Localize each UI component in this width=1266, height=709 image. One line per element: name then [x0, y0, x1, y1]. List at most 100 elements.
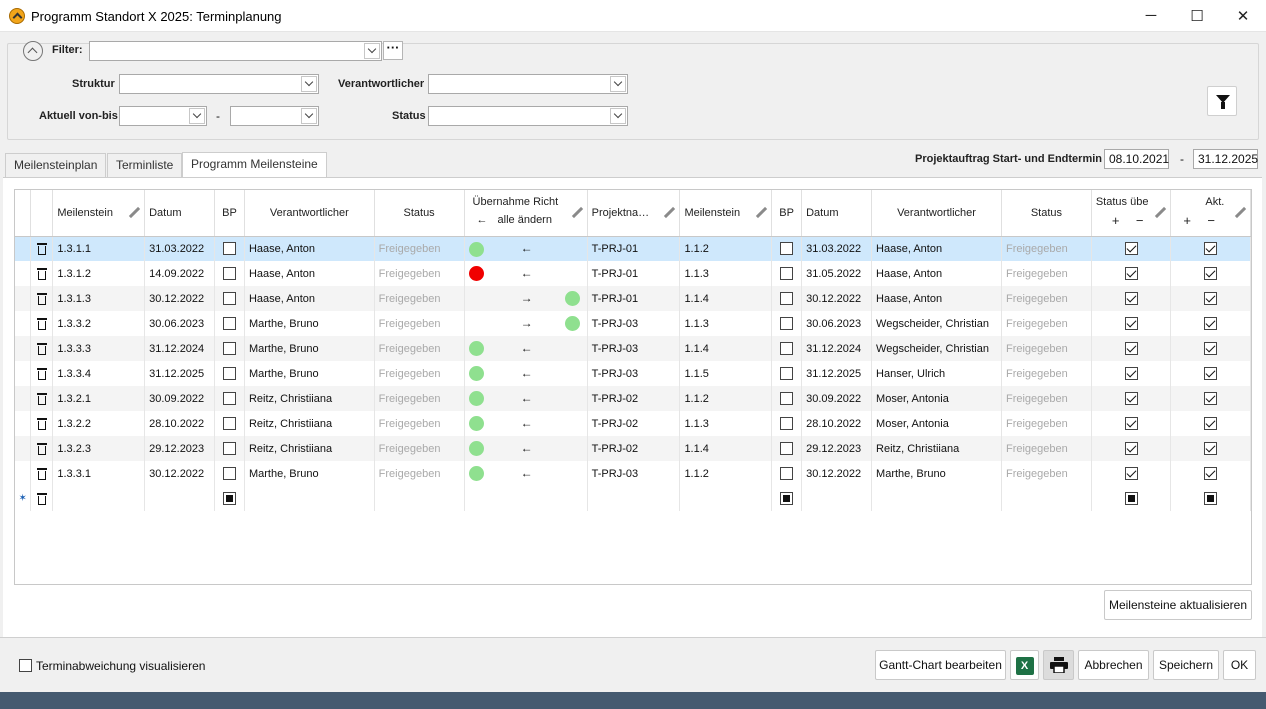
col-header-verantwortlicher-2[interactable]: Verantwortlicher — [871, 190, 1002, 237]
cell-projektname[interactable]: T-PRJ-02 — [587, 411, 681, 436]
akt-checkbox[interactable] — [1204, 367, 1218, 380]
cell-projektname[interactable]: T-PRJ-03 — [587, 461, 681, 486]
cell-bp-2[interactable] — [771, 411, 803, 436]
bp-2-checkbox[interactable] — [780, 442, 794, 455]
cell-akt[interactable] — [1170, 261, 1251, 286]
cell-verantwortlicher-2[interactable]: Haase, Anton — [871, 236, 1002, 261]
cell-uebernahme[interactable]: ← — [464, 236, 588, 261]
cell-uebernahme[interactable]: ← — [464, 261, 588, 286]
bp-checkbox[interactable] — [223, 367, 236, 380]
cell-status-ueber[interactable] — [1091, 261, 1172, 286]
direction-arrow-icon[interactable]: → — [492, 316, 562, 330]
edit-pencil-icon[interactable] — [663, 207, 675, 219]
cell-meilenstein[interactable]: 1.3.1.3 — [52, 286, 146, 311]
akt-checkbox[interactable] — [1204, 242, 1218, 256]
filter-more-button[interactable]: ··· — [383, 41, 403, 60]
delete-row-cell[interactable] — [30, 486, 54, 511]
table-row[interactable]: 1.3.2.3 29.12.2023 Reitz, Christiiana Fr… — [15, 436, 1251, 461]
maximize-button[interactable]: ☐ — [1174, 0, 1220, 31]
cell-meilenstein-2[interactable]: 1.1.3 — [679, 311, 773, 336]
cell-uebernahme[interactable]: ← — [464, 361, 588, 386]
cell-datum[interactable]: 31.03.2022 — [144, 236, 216, 261]
cell-meilenstein-2[interactable]: 1.1.2 — [679, 236, 773, 261]
table-row[interactable]: 1.3.3.2 30.06.2023 Marthe, Bruno Freigeg… — [15, 311, 1251, 336]
cell-status[interactable]: Freigegeben — [374, 286, 465, 311]
project-end-date[interactable]: 31.12.2025 — [1193, 149, 1258, 169]
cell-status[interactable]: Freigegeben — [374, 386, 465, 411]
terminabweichung-label[interactable]: Terminabweichung visualisieren — [36, 659, 205, 673]
akt-checkbox[interactable] — [1204, 317, 1218, 330]
cell-bp-2[interactable] — [771, 461, 803, 486]
edit-pencil-icon[interactable] — [755, 207, 767, 219]
direction-arrow-icon[interactable]: → — [492, 291, 562, 305]
cell-verantwortlicher-2[interactable]: Moser, Antonia — [871, 386, 1002, 411]
cell-uebernahme[interactable]: → — [464, 311, 588, 336]
row-indicator[interactable] — [15, 261, 32, 286]
cell-bp-2[interactable] — [771, 236, 803, 261]
cell-status-2[interactable]: Freigegeben — [1001, 436, 1092, 461]
delete-row-cell[interactable] — [30, 386, 54, 411]
edit-pencil-icon[interactable] — [1154, 207, 1166, 219]
new-row[interactable]: ✶ — [15, 486, 1251, 511]
delete-row-cell[interactable] — [30, 311, 54, 336]
status-ueber-checkbox[interactable] — [1124, 442, 1138, 455]
cell-bp[interactable] — [214, 411, 245, 436]
akt-checkbox[interactable] — [1204, 417, 1218, 430]
cell-datum-2[interactable]: 28.10.2022 — [801, 411, 873, 436]
trash-icon[interactable] — [36, 342, 47, 355]
cell-status[interactable]: Freigegeben — [374, 436, 465, 461]
cell-status-ueber[interactable] — [1091, 461, 1172, 486]
cell-bp[interactable] — [214, 486, 245, 511]
bp-checkbox[interactable] — [223, 492, 236, 505]
col-header-akt[interactable]: Akt. + − — [1170, 190, 1251, 237]
bp-checkbox[interactable] — [223, 342, 236, 355]
aktuell-bis-combo[interactable] — [230, 106, 319, 126]
bp-2-checkbox[interactable] — [780, 292, 794, 305]
cell-meilenstein-2[interactable] — [679, 486, 773, 511]
cell-bp[interactable] — [214, 311, 245, 336]
row-indicator[interactable] — [15, 286, 32, 311]
collapse-minus-icon[interactable]: − — [1136, 213, 1144, 228]
table-row[interactable]: 1.3.2.1 30.09.2022 Reitz, Christiiana Fr… — [15, 386, 1251, 411]
cell-meilenstein[interactable]: 1.3.2.2 — [52, 411, 146, 436]
ok-button[interactable]: OK — [1223, 650, 1256, 680]
col-header-verantwortlicher[interactable]: Verantwortlicher — [244, 190, 375, 237]
row-indicator[interactable] — [15, 436, 32, 461]
cell-bp[interactable] — [214, 261, 245, 286]
cell-projektname[interactable]: T-PRJ-01 — [587, 261, 681, 286]
cell-status[interactable]: Freigegeben — [374, 411, 465, 436]
cell-bp[interactable] — [214, 286, 245, 311]
col-header-meilenstein[interactable]: Meilenstein — [52, 190, 146, 237]
cell-meilenstein[interactable]: 1.3.2.1 — [52, 386, 146, 411]
cell-status[interactable]: Freigegeben — [374, 336, 465, 361]
cell-verantwortlicher-2[interactable]: Reitz, Christiiana — [871, 436, 1002, 461]
cell-meilenstein[interactable]: 1.3.2.3 — [52, 436, 146, 461]
cell-akt[interactable] — [1170, 386, 1251, 411]
cell-akt[interactable] — [1170, 436, 1251, 461]
status-ueber-checkbox[interactable] — [1124, 367, 1138, 380]
cell-akt[interactable] — [1170, 461, 1251, 486]
bp-checkbox[interactable] — [223, 267, 236, 280]
chevron-down-icon[interactable] — [301, 108, 317, 124]
bp-2-checkbox[interactable] — [780, 417, 794, 430]
cell-uebernahme[interactable]: ← — [464, 336, 588, 361]
cell-verantwortlicher[interactable]: Marthe, Bruno — [244, 361, 375, 386]
cell-verantwortlicher-2[interactable]: Marthe, Bruno — [871, 461, 1002, 486]
tab-programm-meilensteine[interactable]: Programm Meilensteine — [182, 152, 327, 178]
cell-datum[interactable]: 14.09.2022 — [144, 261, 216, 286]
cell-meilenstein-2[interactable]: 1.1.4 — [679, 336, 773, 361]
cell-meilenstein-2[interactable]: 1.1.2 — [679, 461, 773, 486]
direction-arrow-icon[interactable]: ← — [492, 241, 562, 255]
cell-status-2[interactable]: Freigegeben — [1001, 336, 1092, 361]
cell-datum[interactable]: 30.12.2022 — [144, 286, 216, 311]
cell-meilenstein-2[interactable]: 1.1.3 — [679, 261, 773, 286]
cell-status-ueber[interactable] — [1091, 436, 1172, 461]
status-combo[interactable] — [428, 106, 628, 126]
speichern-button[interactable]: Speichern — [1153, 650, 1219, 680]
bp-checkbox[interactable] — [223, 242, 236, 256]
akt-checkbox[interactable] — [1204, 342, 1218, 355]
cell-verantwortlicher[interactable]: Reitz, Christiiana — [244, 386, 375, 411]
bp-checkbox[interactable] — [223, 467, 236, 480]
cell-verantwortlicher-2[interactable]: Haase, Anton — [871, 286, 1002, 311]
cell-projektname[interactable]: T-PRJ-03 — [587, 336, 681, 361]
